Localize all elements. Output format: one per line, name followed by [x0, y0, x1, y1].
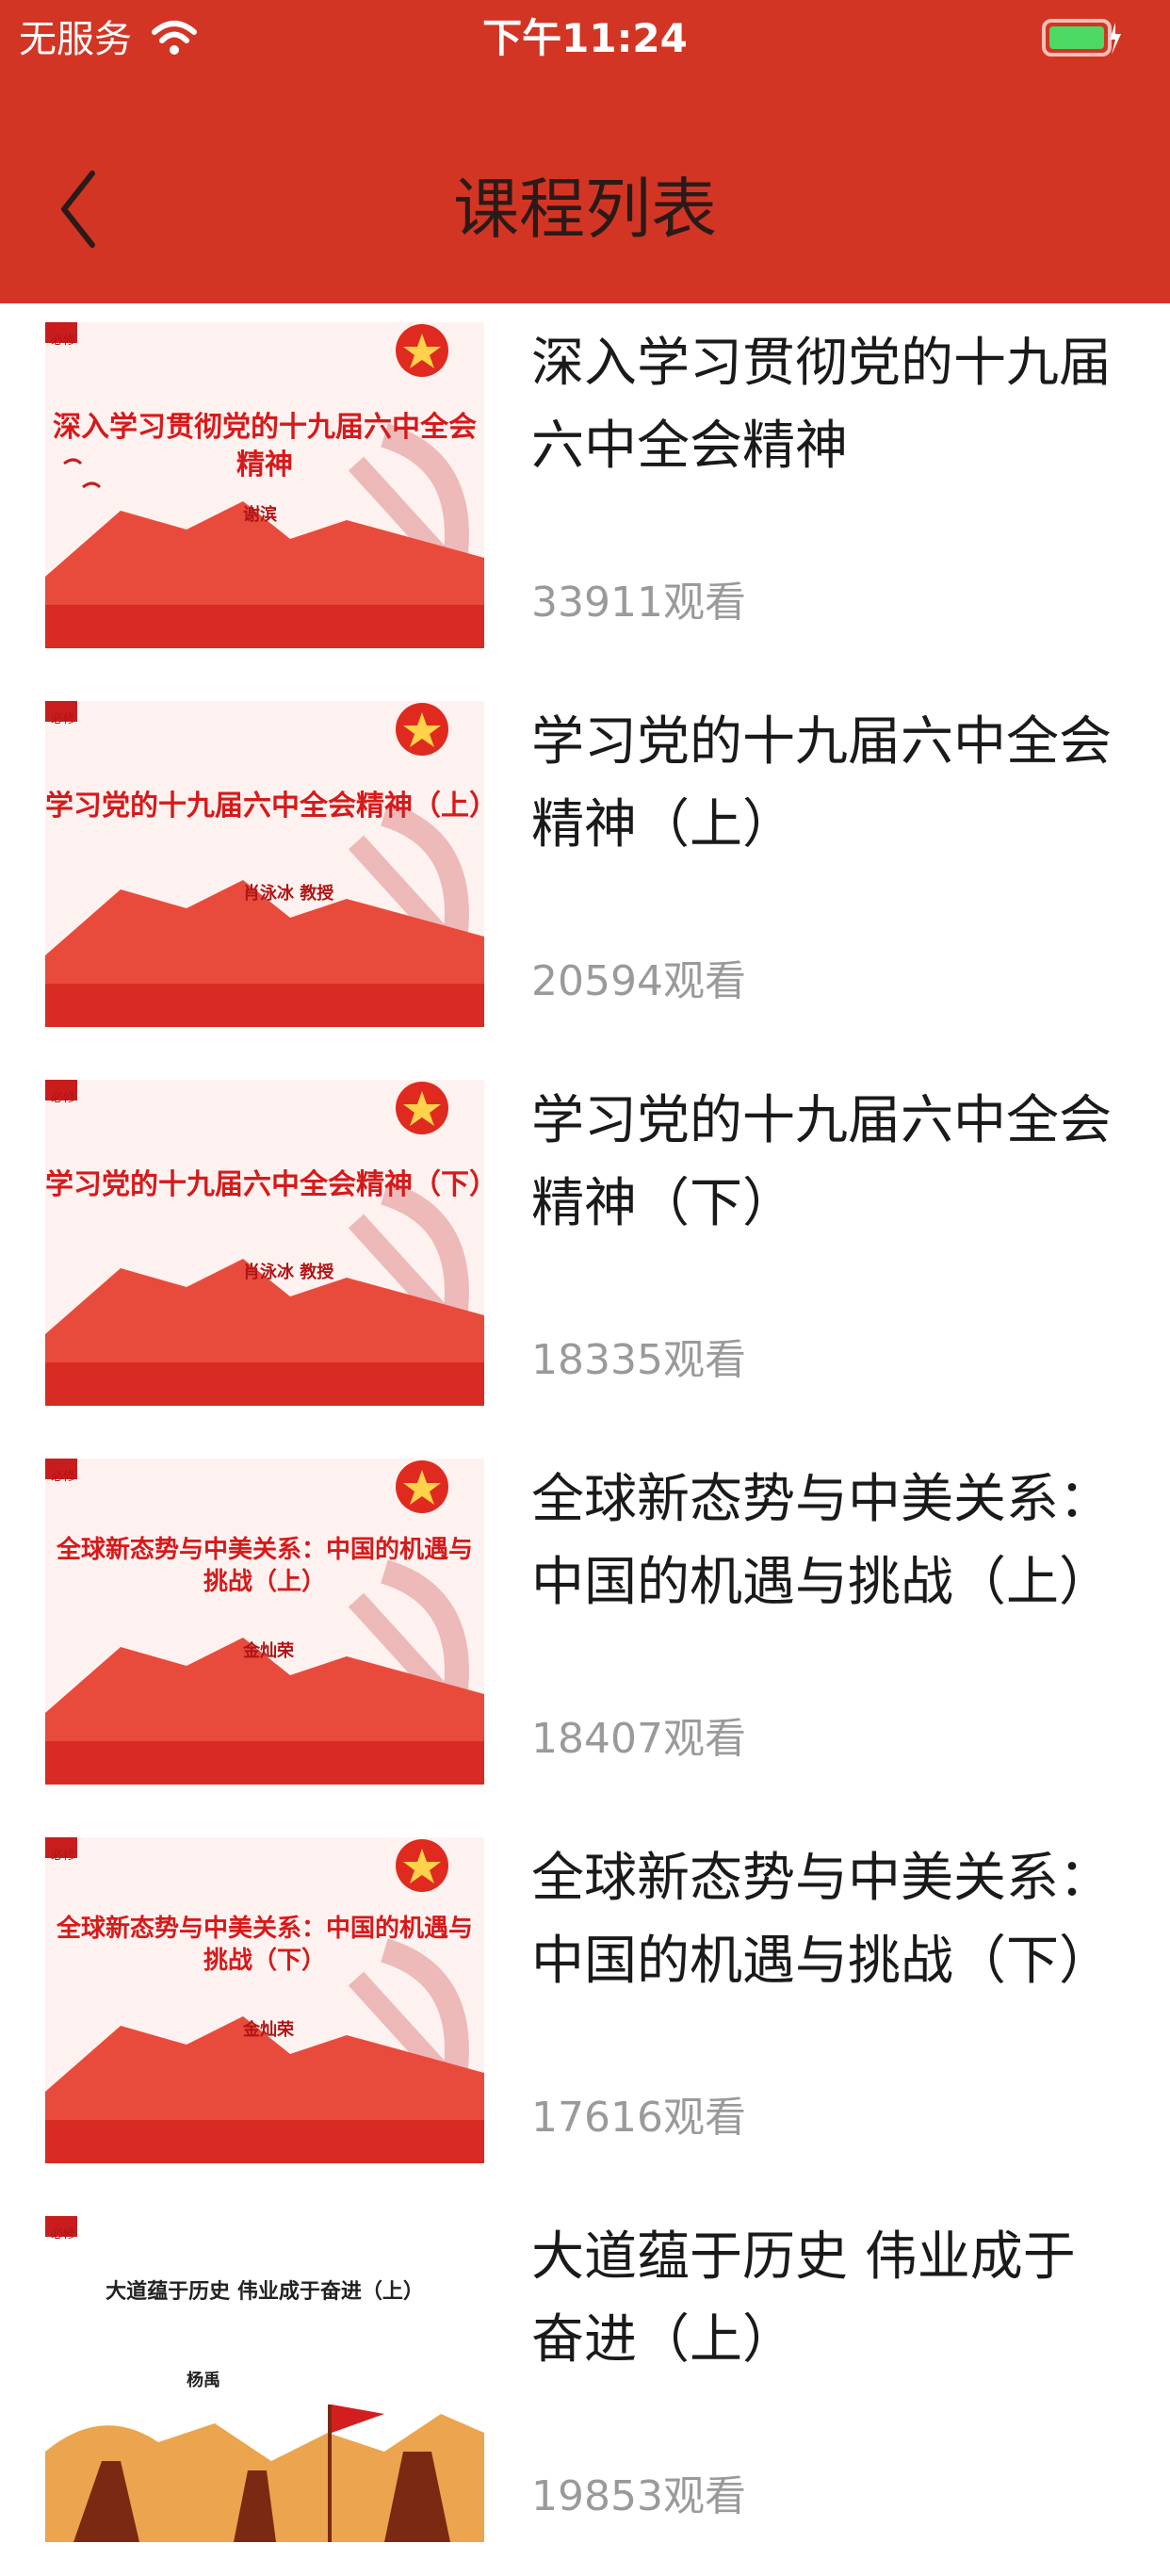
thumbnail-speaker: 肖泳冰 教授 [243, 1263, 334, 1282]
thumbnail-speaker: 肖泳冰 教授 [243, 884, 334, 904]
course-views: 19853观看 [531, 2472, 746, 2520]
course-thumbnail: 必修 全球新态势与中美关系：中国的机遇与挑战（上） 金灿荣 [45, 1459, 484, 1785]
thumbnail-title: 全球新态势与中美关系：中国的机遇与挑战（上） [56, 1536, 473, 1596]
course-views: 18335观看 [531, 1336, 746, 1384]
thumbnail-title: 全球新态势与中美关系：中国的机遇与挑战（下） [56, 1915, 473, 1975]
course-thumbnail: 必修 学习党的十九届六中全会精神（下） 肖泳冰 教授 [45, 1080, 484, 1406]
poster-art-icon [45, 1080, 484, 1406]
course-thumbnail: 必修 深入学习贯彻党的十九届六中全会精神 谢滨 [45, 322, 484, 648]
course-title[interactable]: 学习党的十九届六中全会精神（上） [531, 701, 1125, 867]
course-item[interactable]: 必修 深入学习贯彻党的十九届六中全会精神 谢滨 深入学习贯彻党的十九届六中全会精… [0, 303, 1170, 682]
course-item[interactable]: 必修 全球新态势与中美关系：中国的机遇与挑战（下） 金灿荣 全球新态势与中美关系… [0, 1818, 1170, 2197]
status-bar: 无服务 下午11:24 [0, 0, 1170, 79]
app-bar: 无服务 下午11:24 课程列表 [0, 0, 1170, 303]
thumbnail-tag: 必修 [51, 334, 76, 348]
nav-bar: 课程列表 [0, 141, 1170, 273]
course-title[interactable]: 学习党的十九届六中全会精神（下） [531, 1080, 1125, 1246]
poster-art-icon [45, 1837, 484, 2163]
course-title[interactable]: 全球新态势与中美关系：中国的机遇与挑战（下） [531, 1837, 1125, 2003]
course-title[interactable]: 大道蕴于历史 伟业成于奋进（上） [531, 2216, 1125, 2382]
thumbnail-speaker: 谢滨 [243, 505, 277, 525]
course-views: 17616观看 [531, 2094, 746, 2142]
course-item[interactable]: 必修 学习党的十九届六中全会精神（下） 肖泳冰 教授 学习党的十九届六中全会精神… [0, 1061, 1170, 1440]
thumbnail-tag: 必修 [51, 2227, 76, 2242]
course-item[interactable]: 必修 大道蕴于历史 伟业成于奋进（上） 杨禹 大道蕴于历史 伟业成于奋进（上） … [0, 2197, 1170, 2576]
course-item[interactable]: 必修 全球新态势与中美关系：中国的机遇与挑战（上） 金灿荣 全球新态势与中美关系… [0, 1440, 1170, 1818]
course-thumbnail: 必修 大道蕴于历史 伟业成于奋进（上） 杨禹 [45, 2216, 484, 2542]
course-thumbnail: 必修 全球新态势与中美关系：中国的机遇与挑战（下） 金灿荣 [45, 1837, 484, 2163]
thumbnail-title: 学习党的十九届六中全会精神（下） [45, 1168, 484, 1201]
course-list: 必修 深入学习贯彻党的十九届六中全会精神 谢滨 深入学习贯彻党的十九届六中全会精… [0, 303, 1170, 2576]
thumbnail-tag: 必修 [51, 1091, 76, 1105]
poster-art-icon [45, 701, 484, 1027]
thumbnail-speaker: 金灿荣 [243, 1641, 294, 1661]
thumbnail-tag: 必修 [51, 1470, 76, 1484]
course-item[interactable]: 必修 学习党的十九届六中全会精神（上） 肖泳冰 教授 学习党的十九届六中全会精神… [0, 682, 1170, 1061]
thumbnail-speaker: 杨禹 [187, 2371, 220, 2390]
thumbnail-tag: 必修 [51, 1849, 76, 1863]
page-title: 课程列表 [453, 171, 717, 248]
thumbnail-title: 大道蕴于历史 伟业成于奋进（上） [106, 2279, 424, 2304]
course-title[interactable]: 深入学习贯彻党的十九届六中全会精神 [531, 322, 1125, 488]
poster-art-icon [45, 1459, 484, 1785]
course-views: 33911观看 [531, 579, 746, 627]
course-views: 20594观看 [531, 957, 746, 1005]
poster-art-icon [45, 322, 484, 648]
poster-art-icon [45, 2216, 484, 2542]
thumbnail-speaker: 金灿荣 [243, 2020, 294, 2040]
thumbnail-title: 深入学习贯彻党的十九届六中全会精神 [53, 411, 477, 481]
battery-icon [1042, 19, 1121, 57]
status-time: 下午11:24 [482, 15, 688, 61]
thumbnail-tag: 必修 [51, 712, 76, 726]
course-title[interactable]: 全球新态势与中美关系：中国的机遇与挑战（上） [531, 1459, 1125, 1624]
course-thumbnail: 必修 学习党的十九届六中全会精神（上） 肖泳冰 教授 [45, 701, 484, 1027]
course-views: 18407观看 [531, 1715, 746, 1763]
thumbnail-title: 学习党的十九届六中全会精神（上） [45, 790, 484, 823]
